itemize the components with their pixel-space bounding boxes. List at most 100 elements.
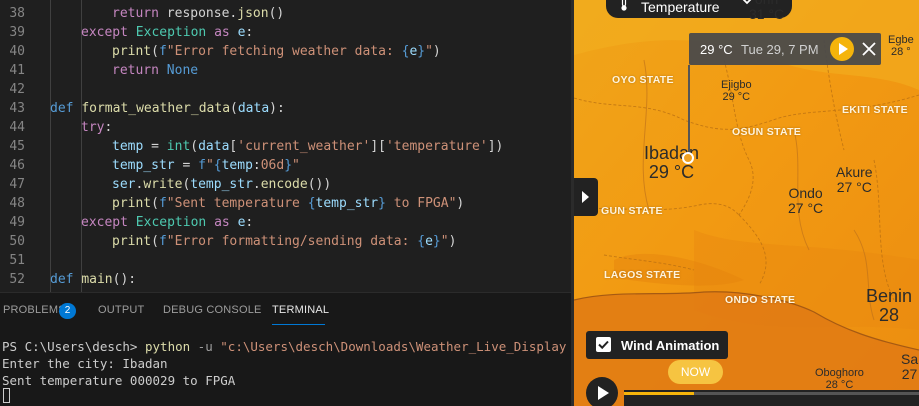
line-number: 47 bbox=[9, 177, 25, 192]
code-token: : bbox=[252, 158, 261, 173]
code-token: ()) bbox=[307, 177, 332, 192]
city-marker[interactable]: Ondo 27 °C bbox=[788, 186, 823, 215]
code-line[interactable]: 43 def format_weather_data(data): bbox=[0, 99, 571, 118]
code-token: } bbox=[378, 196, 386, 211]
code-line[interactable]: 44 try: bbox=[0, 118, 571, 137]
code-token: (): bbox=[112, 272, 137, 287]
code-line[interactable]: 41 return None bbox=[0, 61, 571, 80]
code-token: f bbox=[158, 234, 167, 249]
code-text: try: bbox=[81, 118, 112, 137]
code-token: 06d bbox=[260, 158, 285, 173]
code-line[interactable]: 51 bbox=[0, 251, 571, 270]
code-line[interactable]: 39 except Exception as e: bbox=[0, 23, 571, 42]
play-icon bbox=[839, 43, 848, 55]
code-token: } bbox=[417, 44, 426, 59]
code-line[interactable]: 48 print(f"Sent temperature {temp_str} to… bbox=[0, 194, 571, 213]
terminal-command: python bbox=[145, 339, 191, 354]
city-marker[interactable]: orin 31 °C bbox=[749, 0, 784, 21]
code-token: None bbox=[166, 63, 199, 78]
code-token: Exception bbox=[135, 25, 207, 40]
weather-map[interactable]: Temperature OYO STATE OSUN STATE EKITI S… bbox=[574, 0, 919, 406]
terminal-command-line: PS C:\Users\desch> python -u "c:\Users\d… bbox=[2, 338, 571, 355]
code-token: . bbox=[252, 177, 261, 192]
code-token: { bbox=[307, 196, 316, 211]
code-token: : bbox=[245, 215, 254, 230]
tab-debug-console[interactable]: DEBUG CONSOLE bbox=[163, 304, 262, 316]
code-token: Exception bbox=[135, 215, 207, 230]
terminal-path: "c:\Users\desch\Downloads\Weather_Live_D… bbox=[220, 339, 567, 354]
code-token: int bbox=[166, 139, 191, 154]
city-marker[interactable]: Ejigbo 29 °C bbox=[721, 79, 752, 103]
code-line[interactable]: 38 return response.json() bbox=[0, 4, 571, 23]
line-number: 52 bbox=[9, 272, 25, 287]
chevron-right-icon bbox=[582, 191, 589, 203]
code-line[interactable]: 45 temp = int(data['current_weather']['te… bbox=[0, 137, 571, 156]
code-token: ( bbox=[151, 234, 159, 249]
timeline-play-button[interactable] bbox=[586, 377, 618, 406]
code-token: { bbox=[417, 234, 426, 249]
code-token: response. bbox=[158, 6, 238, 21]
wind-animation-checkbox[interactable] bbox=[596, 337, 611, 352]
code-token: main bbox=[81, 272, 113, 287]
code-token: ][ bbox=[370, 139, 386, 154]
wind-animation-label: Wind Animation bbox=[621, 338, 720, 353]
code-token: except bbox=[81, 215, 128, 230]
code-line[interactable]: 47 ser.write(temp_str.encode()) bbox=[0, 175, 571, 194]
code-token: ) bbox=[448, 234, 457, 249]
code-editor[interactable]: 38 return response.json() 39 except Excepti… bbox=[0, 0, 571, 292]
code-token: temp_str bbox=[190, 177, 253, 192]
city-marker[interactable]: Oboghoro 28 °C bbox=[815, 367, 864, 391]
line-number: 48 bbox=[9, 196, 25, 211]
thermometer-icon bbox=[621, 0, 627, 11]
city-name: Sa bbox=[901, 351, 919, 367]
city-name: Ondo bbox=[788, 185, 823, 201]
line-number: 50 bbox=[9, 234, 25, 249]
state-label-oyo: OYO STATE bbox=[612, 74, 674, 86]
code-token: write bbox=[143, 177, 183, 192]
code-token: try bbox=[81, 120, 105, 135]
code-token: ]) bbox=[487, 139, 504, 154]
code-token: f bbox=[158, 196, 167, 211]
city-marker[interactable]: Sa 27 bbox=[901, 352, 918, 381]
timeline-bar[interactable] bbox=[624, 390, 919, 406]
code-token: } bbox=[432, 234, 441, 249]
code-token: } bbox=[284, 158, 293, 173]
code-line[interactable]: 40 print(f"Error fetching weather data: {… bbox=[0, 42, 571, 61]
tab-output[interactable]: OUTPUT bbox=[98, 304, 144, 316]
code-token: " bbox=[425, 44, 433, 59]
code-token: except bbox=[81, 25, 128, 40]
terminal-prompt: PS C:\Users\desch> bbox=[2, 339, 145, 354]
tab-terminal[interactable]: TERMINAL bbox=[272, 304, 329, 316]
city-marker[interactable]: Benin 28 bbox=[866, 287, 912, 325]
line-number: 43 bbox=[9, 101, 25, 116]
city-temperature: 27 °C bbox=[836, 178, 872, 195]
forecast-play-button[interactable] bbox=[830, 37, 854, 61]
tab-problems[interactable]: PROBLEMS bbox=[3, 304, 66, 316]
code-text: temp = int(data['current_weather']['temp… bbox=[112, 137, 503, 156]
close-icon[interactable] bbox=[861, 41, 877, 57]
code-line[interactable]: 42 bbox=[0, 80, 571, 99]
code-line[interactable]: 52 def main(): bbox=[0, 270, 571, 289]
now-indicator[interactable]: NOW bbox=[668, 360, 723, 384]
city-temperature: 29 °C bbox=[722, 90, 751, 103]
code-line[interactable]: 50 print(f"Error formatting/sending data:… bbox=[0, 232, 571, 251]
state-label-ogun: GUN STATE bbox=[601, 205, 663, 217]
wind-animation-toggle[interactable]: Wind Animation bbox=[586, 331, 728, 359]
code-token: () bbox=[268, 6, 285, 21]
sidebar-expand-button[interactable] bbox=[574, 178, 598, 216]
city-marker[interactable]: Egbe 28 ° bbox=[888, 34, 914, 58]
state-label-lagos: LAGOS STATE bbox=[604, 269, 681, 281]
state-label-ekiti: EKITI STATE bbox=[842, 104, 908, 116]
line-number: 41 bbox=[9, 63, 25, 78]
city-marker[interactable]: Akure 27 °C bbox=[836, 165, 873, 194]
code-token: def bbox=[50, 272, 74, 287]
code-line[interactable]: 46 temp_str = f"{temp:06d}" bbox=[0, 156, 571, 175]
code-line[interactable]: 49 except Exception as e: bbox=[0, 213, 571, 232]
code-token: 'temperature' bbox=[385, 139, 488, 154]
code-token: : bbox=[104, 120, 113, 135]
